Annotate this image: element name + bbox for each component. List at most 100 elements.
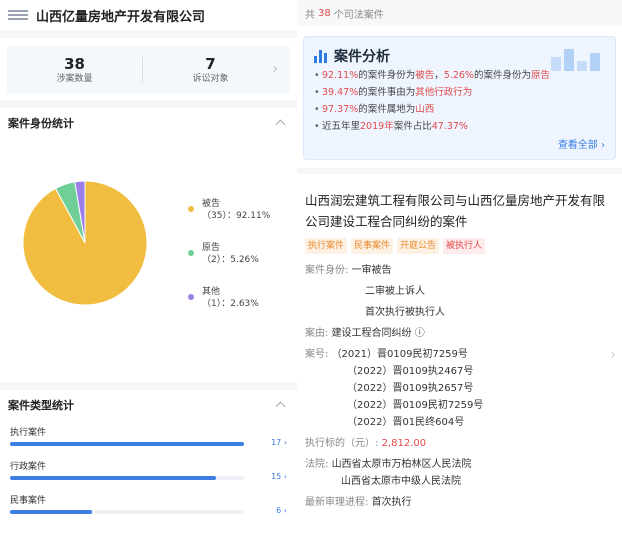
chevron-right-icon: › [283,472,287,481]
type-row-administrative[interactable]: 行政案件 15 › [10,454,287,488]
hl: 原告 [530,70,550,81]
cases-count-stat[interactable]: 38 涉案数量 [7,55,142,85]
legend-label: 原告 [202,243,221,253]
type-count: 17 [271,438,282,447]
case-court-row: 法院: 山西省太原市万柏林区人民法院 [305,456,614,473]
hl: 2019年 [360,121,394,132]
case-number: （2021）晋0109民初7259号 [331,349,468,360]
legend-value: （35）：92.11% [202,211,271,221]
company-logo [8,9,28,21]
targets-count-label: 诉讼对象 [192,74,229,84]
chevron-right-icon: › [283,438,287,447]
case-analysis-card: 案件分析 92.11%的案件身份为被告，5.26%的案件身份为原告 39.47%… [303,36,616,160]
legend-label: 被告 [202,199,221,209]
field-label: 最新审理进程: [305,497,369,508]
type-stats-title: 案件类型统计 [8,399,74,412]
field-label: 案号: [305,349,329,360]
tag-executed-person: 被执行人 [443,238,486,254]
identity-value: 首次执行被执行人 [365,307,445,318]
identity-value: 一审被告 [351,265,392,276]
type-row-civil[interactable]: 民事案件 6 › [10,488,287,522]
case-count: 38 [318,7,331,19]
chevron-right-icon: › [601,140,605,151]
targets-count-stat[interactable]: 7 诉讼对象 [143,55,278,85]
bar-track [10,442,244,446]
case-progress-row: 最新审理进程: 首次执行 [305,494,614,511]
type-stats-bars: 执行案件 17 › 行政案件 15 › 民事案件 6 › [0,420,297,522]
legend-dot-defendant [188,206,194,212]
pie-legend: 被告 （35）：92.11% 原告 （2）：5.26% 其他 （1）：2.63% [186,198,270,330]
hl: 92.11% [322,70,359,81]
bar-track [10,476,244,480]
tag-execution: 执行案件 [305,238,348,254]
analysis-title: 案件分析 [334,49,390,65]
analysis-line-identity: 92.11%的案件身份为被告，5.26%的案件身份为原告 [314,67,605,84]
cases-count-label: 涉案数量 [56,74,93,84]
hl: 山西 [415,104,435,115]
summary-card[interactable]: 38 涉案数量 7 诉讼对象 › [7,46,290,94]
targets-count: 7 [205,55,216,73]
tag-civil: 民事案件 [351,238,394,254]
txt: 的案件属地为 [358,104,416,115]
bar-fill [10,510,92,514]
court-value: 山西省太原市万柏林区人民法院 [331,459,472,470]
view-all-link[interactable]: 查看全部 › [558,136,605,151]
txt: 的案件事由为 [358,87,416,98]
case-amount-row: 执行标的（元）: 2,812.00 [305,435,614,452]
bar-fill [10,476,216,480]
type-count-link[interactable]: 17 › [271,438,287,447]
case-tags: 执行案件 民事案件 开庭公告 被执行人 [305,238,614,254]
legend-item-defendant: 被告 （35）：92.11% [186,198,270,222]
case-identity-row: 案件身份: 一审被告 [305,262,614,279]
txt: 的案件身份为 [473,70,531,81]
analysis-line-cause: 39.47%的案件事由为其他行政行为 [314,84,605,101]
hl: 被告 [415,70,435,81]
legend-value: （1）：2.63% [202,299,259,309]
legend-value: （2）：5.26% [202,255,259,265]
divider [0,30,297,38]
type-label: 执行案件 [10,428,47,438]
cause-value: 建设工程合同纠纷 ⓘ [331,328,425,339]
hl: 97.37% [322,104,359,115]
case-number: （2022）晋01民终604号 [347,417,465,428]
case-count-prefix: 共 [305,9,315,21]
case-list-panel: 共38个司法案件 案件分析 92.11%的案件身份为被告，5.26%的案件身份为… [297,0,622,534]
collapse-caret-icon[interactable] [275,117,287,129]
view-all-label: 查看全部 [557,140,598,151]
hl: 39.47% [322,87,359,98]
field-label: 执行标的（元）: [305,438,379,449]
type-stats-header[interactable]: 案件类型统计 [0,390,297,420]
case-count-header: 共 38 个司法案件 [297,0,622,26]
court-value-text: 山西省太原市中级人民法院 [341,476,461,487]
chevron-right-icon[interactable]: › [610,347,616,363]
case-title[interactable]: 山西润宏建筑工程有限公司与山西亿量房地产开发有限公司建设工程合同纠纷的案件 [305,190,614,232]
legend-dot-plaintiff [188,250,194,256]
case-card[interactable]: 山西润宏建筑工程有限公司与山西亿量房地产开发有限公司建设工程合同纠纷的案件 执行… [297,190,622,511]
bar-fill [10,442,244,446]
txt: ， [434,70,444,81]
legend-label: 其他 [202,287,221,297]
type-label: 行政案件 [10,462,47,472]
chevron-right-icon[interactable]: › [272,61,278,77]
collapse-caret-icon[interactable] [275,399,287,411]
field-label: 法院: [305,459,329,470]
company-summary-panel: 山西亿量房地产开发有限公司 38 涉案数量 7 诉讼对象 › 案件身份统计 被告… [0,0,297,534]
case-number: （2022）晋0109执2467号 [347,366,474,377]
txt: 的案件身份为 [358,70,416,81]
case-count-suffix: 个司法案件 [333,9,384,21]
type-row-execution[interactable]: 执行案件 17 › [10,420,287,454]
identity-pie-chart: 被告 （35）：92.11% 原告 （2）：5.26% 其他 （1）：2.63% [0,138,297,378]
bar-chart-icon [314,49,328,63]
identity-stats-header[interactable]: 案件身份统计 [0,108,297,138]
legend-item-plaintiff: 原告 （2）：5.26% [186,242,270,266]
cases-count: 38 [64,55,85,73]
divider [0,100,297,108]
type-count-link[interactable]: 6 › [276,506,287,515]
court-value: 山西省太原市中级人民法院 [305,473,614,490]
type-count-link[interactable]: 15 › [271,472,287,481]
txt: 近五年里 [322,121,361,132]
analysis-line-region: 97.37%的案件属地为山西 [314,101,605,118]
case-number: （2022）晋0109执2657号 [347,383,474,394]
hl: 47.37% [431,121,468,132]
amount-value: 2,812.00 [381,438,427,449]
